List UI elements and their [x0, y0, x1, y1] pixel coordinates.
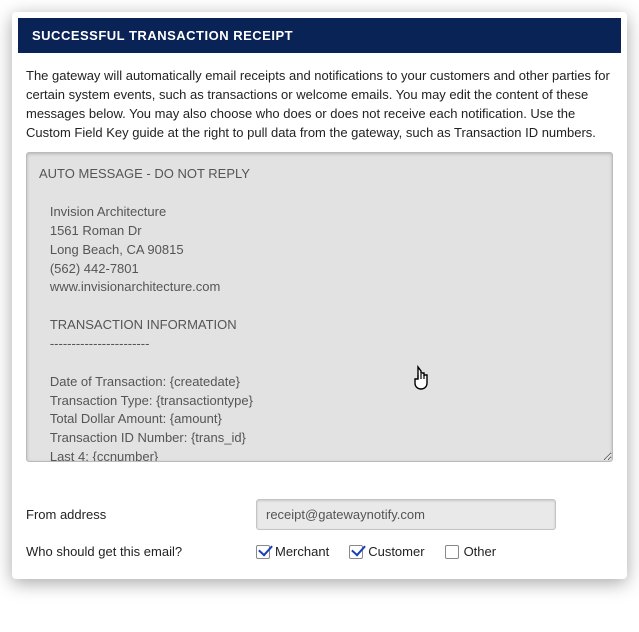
from-address-input[interactable]: [256, 499, 556, 530]
recipients-label: Who should get this email?: [26, 544, 256, 559]
from-address-label: From address: [26, 507, 256, 522]
page-title: SUCCESSFUL TRANSACTION RECEIPT: [18, 18, 621, 53]
email-template-textarea[interactable]: [26, 152, 613, 462]
checkbox-icon: [256, 545, 270, 559]
description-text: The gateway will automatically email rec…: [12, 53, 627, 152]
other-check[interactable]: Other: [445, 544, 497, 559]
recipients-checks: Merchant Customer Other: [256, 544, 496, 559]
other-check-label: Other: [464, 544, 497, 559]
settings-card: SUCCESSFUL TRANSACTION RECEIPT The gatew…: [12, 12, 627, 579]
template-editor-wrap: [12, 152, 627, 465]
checkbox-icon: [349, 545, 363, 559]
from-address-row: From address: [12, 485, 627, 530]
merchant-check-label: Merchant: [275, 544, 329, 559]
customer-check[interactable]: Customer: [349, 544, 424, 559]
checkbox-icon: [445, 545, 459, 559]
customer-check-label: Customer: [368, 544, 424, 559]
merchant-check[interactable]: Merchant: [256, 544, 329, 559]
recipients-row: Who should get this email? Merchant Cust…: [12, 530, 627, 559]
